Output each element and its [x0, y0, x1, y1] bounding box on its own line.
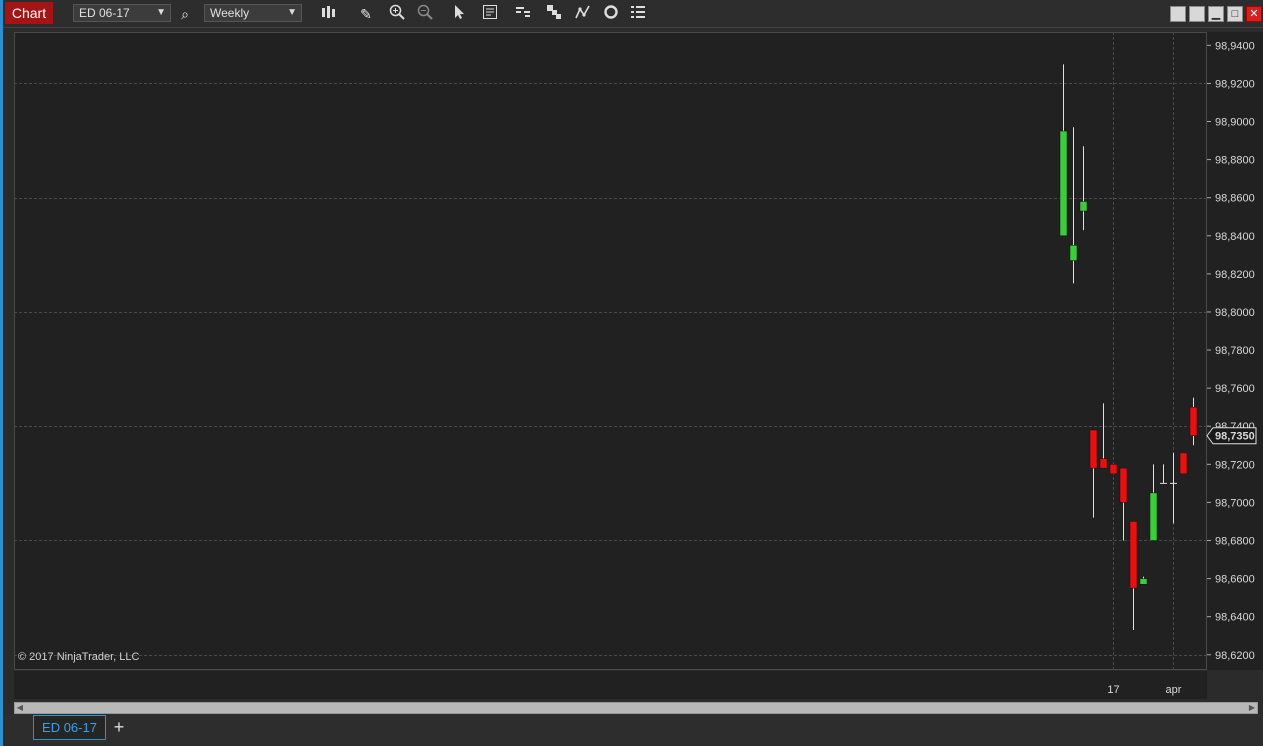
time-axis[interactable]	[14, 671, 1207, 699]
properties-icon[interactable]	[628, 4, 648, 24]
add-tab-button[interactable]: +	[108, 715, 130, 740]
indicators-icon[interactable]	[513, 4, 533, 24]
zoom-out-icon[interactable]	[415, 4, 435, 24]
instrument-value: ED 06-17	[79, 6, 130, 20]
pointer-icon[interactable]	[449, 4, 469, 24]
tab-ed-06-17[interactable]: ED 06-17	[33, 715, 106, 740]
search-icon[interactable]: ⌕	[175, 4, 195, 24]
interval-value: Weekly	[210, 6, 250, 20]
restore-icon[interactable]	[1189, 6, 1205, 22]
drawing-tools-icon[interactable]	[573, 4, 593, 24]
tab-bar: ED 06-17 +	[3, 714, 1263, 746]
chart-toolbar: Chart ED 06-17 ▼ ⌕ Weekly ▼ ✎ ▁ □ ✕	[3, 0, 1263, 28]
chevron-down-icon: ▼	[156, 7, 166, 18]
chart-window-label: Chart	[5, 2, 53, 24]
bar-type-icon[interactable]	[318, 4, 338, 24]
data-box-icon[interactable]	[480, 4, 500, 24]
scroll-left-icon[interactable]: ◀	[15, 703, 25, 713]
interval-selector[interactable]: Weekly ▼	[204, 4, 302, 22]
copyright-text: © 2017 NinjaTrader, LLC	[18, 651, 140, 663]
chart-window: Chart ED 06-17 ▼ ⌕ Weekly ▼ ✎ ▁ □ ✕ 17 a…	[0, 0, 1263, 746]
close-icon[interactable]: ✕	[1246, 6, 1262, 22]
instrument-selector[interactable]: ED 06-17 ▼	[73, 4, 171, 22]
chart-scrollbar[interactable]: ◀ ▶	[14, 702, 1258, 714]
chevron-down-icon: ▼	[287, 7, 297, 18]
maximize-icon[interactable]: □	[1227, 6, 1243, 22]
reload-icon[interactable]	[601, 4, 621, 24]
price-axis[interactable]	[1207, 32, 1263, 670]
zoom-in-icon[interactable]	[387, 4, 407, 24]
strategies-icon[interactable]	[544, 4, 564, 24]
scroll-right-icon[interactable]: ▶	[1247, 703, 1257, 713]
chart-plot-area[interactable]	[14, 32, 1207, 670]
restore-icon[interactable]	[1170, 6, 1186, 22]
minimize-icon[interactable]: ▁	[1208, 6, 1224, 22]
pencil-icon[interactable]: ✎	[356, 4, 376, 24]
